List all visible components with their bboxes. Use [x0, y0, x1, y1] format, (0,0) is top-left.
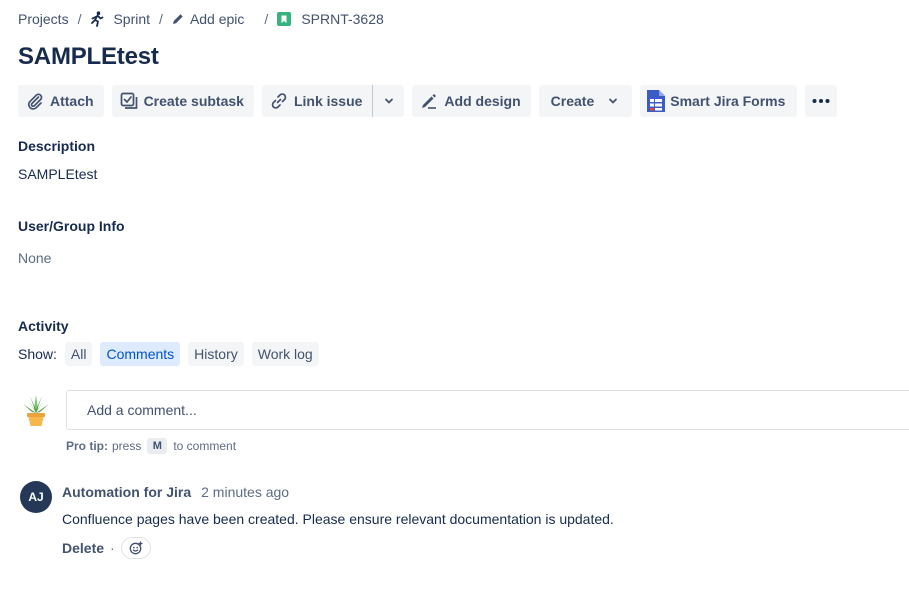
show-label: Show:: [18, 346, 57, 362]
add-design-button[interactable]: Add design: [412, 85, 531, 117]
description-value[interactable]: SAMPLEtest: [18, 166, 97, 182]
design-icon: [420, 92, 438, 110]
breadcrumb-sprint-label: Sprint: [113, 11, 151, 27]
create-subtask-button[interactable]: Create subtask: [111, 85, 254, 117]
pro-tip: Pro tip: press M to comment: [66, 438, 236, 454]
sprint-runner-icon: [90, 11, 104, 27]
filter-history[interactable]: History: [188, 342, 244, 366]
subtask-check-icon: [120, 92, 138, 110]
add-reaction-button[interactable]: [120, 537, 151, 559]
chevron-down-icon: [608, 96, 618, 106]
attach-label: Attach: [50, 93, 94, 109]
link-icon: [270, 92, 288, 110]
filter-work-log[interactable]: Work log: [251, 342, 319, 366]
comment-author[interactable]: Automation for Jira: [62, 484, 191, 500]
comment-body: Confluence pages have been created. Plea…: [62, 511, 614, 527]
breadcrumb-separator: /: [264, 11, 269, 27]
pro-tip-label: Pro tip:: [66, 439, 108, 453]
breadcrumb-add-epic[interactable]: Add epic: [172, 11, 244, 27]
add-design-label: Add design: [444, 93, 521, 109]
breadcrumb: Projects / Sprint / Add epic / SPRNT-362…: [18, 10, 384, 28]
story-bookmark-icon: [277, 12, 292, 26]
avatar[interactable]: AJ: [20, 481, 52, 513]
page-title[interactable]: SAMPLEtest: [18, 43, 159, 71]
comment-placeholder: Add a comment...: [87, 402, 197, 418]
shortcut-key: M: [147, 438, 168, 454]
delete-comment-button[interactable]: Delete: [62, 540, 104, 556]
breadcrumb-separator: /: [77, 11, 82, 27]
emoji-add-icon: [129, 541, 143, 555]
smart-jira-forms-label: Smart Jira Forms: [670, 93, 786, 109]
pro-tip-press: press: [112, 439, 142, 453]
breadcrumb-add-epic-label: Add epic: [189, 11, 245, 27]
create-button[interactable]: Create: [538, 85, 633, 117]
filter-comments[interactable]: Comments: [100, 342, 181, 366]
more-icon: [812, 99, 830, 103]
comment-header: Automation for Jira 2 minutes ago: [62, 484, 289, 500]
user-group-value[interactable]: None: [18, 250, 51, 266]
plant-avatar-icon: [21, 393, 51, 432]
issue-toolbar: Attach Create subtask Link issue Add des…: [18, 85, 838, 117]
more-actions-button[interactable]: [805, 85, 838, 117]
link-issue-dropdown-button[interactable]: [372, 85, 405, 117]
breadcrumb-sprint[interactable]: Sprint: [90, 11, 150, 27]
chevron-down-icon: [384, 96, 394, 106]
attach-button[interactable]: Attach: [18, 85, 104, 117]
paperclip-icon: [26, 92, 44, 110]
smart-forms-icon: [646, 89, 666, 113]
activity-filter-row: Show: All Comments History Work log: [18, 341, 327, 367]
user-group-label: User/Group Info: [18, 218, 125, 234]
comment-actions: Delete ·: [62, 537, 151, 559]
pencil-icon: [172, 13, 184, 25]
create-label: Create: [550, 93, 595, 109]
link-issue-button[interactable]: Link issue: [261, 85, 373, 117]
pro-tip-suffix: to comment: [173, 439, 237, 453]
create-subtask-label: Create subtask: [143, 93, 244, 109]
breadcrumb-issue-key[interactable]: SPRNT-3628: [277, 11, 384, 27]
breadcrumb-issue-key-label: SPRNT-3628: [301, 11, 384, 27]
filter-all[interactable]: All: [64, 342, 93, 366]
comment-input[interactable]: Add a comment...: [66, 390, 909, 430]
action-separator: ·: [110, 540, 115, 556]
description-label: Description: [18, 138, 96, 154]
smart-jira-forms-button[interactable]: Smart Jira Forms: [640, 85, 798, 117]
link-issue-label: Link issue: [293, 93, 363, 109]
breadcrumb-separator: /: [159, 11, 163, 27]
comment-timestamp[interactable]: 2 minutes ago: [201, 484, 289, 500]
activity-heading: Activity: [18, 318, 69, 334]
breadcrumb-projects[interactable]: Projects: [18, 11, 69, 27]
